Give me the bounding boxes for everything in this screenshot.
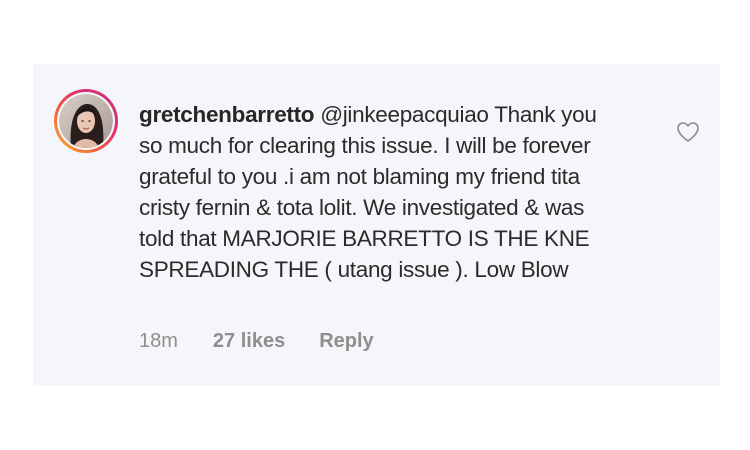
avatar[interactable] — [59, 94, 113, 148]
comment-username[interactable]: gretchenbarretto — [139, 102, 315, 127]
comment-text-line: told that MARJORIE BARRETTO IS THE KNE — [139, 226, 590, 251]
heart-outline-icon[interactable] — [676, 121, 700, 143]
comment-text-line: so much for clearing this issue. I will … — [139, 133, 591, 158]
screenshot-page: gretchenbarretto @jinkeepacquiao Thank y… — [0, 0, 750, 450]
comment-text-line: @jinkeepacquiao Thank you — [320, 102, 597, 127]
comment-line-1: gretchenbarretto @jinkeepacquiao Thank y… — [139, 99, 659, 130]
reply-button[interactable]: Reply — [319, 330, 373, 353]
comment-timestamp: 18m — [139, 330, 178, 352]
comment-likes-count[interactable]: 27 likes — [213, 330, 285, 353]
avatar-ring-gap — [57, 92, 115, 150]
comment-body: gretchenbarretto @jinkeepacquiao Thank y… — [139, 99, 659, 285]
comment-text-line: grateful to you .i am not blaming my fri… — [139, 164, 580, 189]
comment-text-line: SPREADING THE ( utang issue ). Low Blow — [139, 257, 569, 282]
avatar-story-ring[interactable] — [54, 89, 118, 153]
comment-text-line: cristy fernin & tota lolit. We investiga… — [139, 195, 585, 220]
comment-meta: 18m 27 likes Reply — [139, 330, 374, 353]
